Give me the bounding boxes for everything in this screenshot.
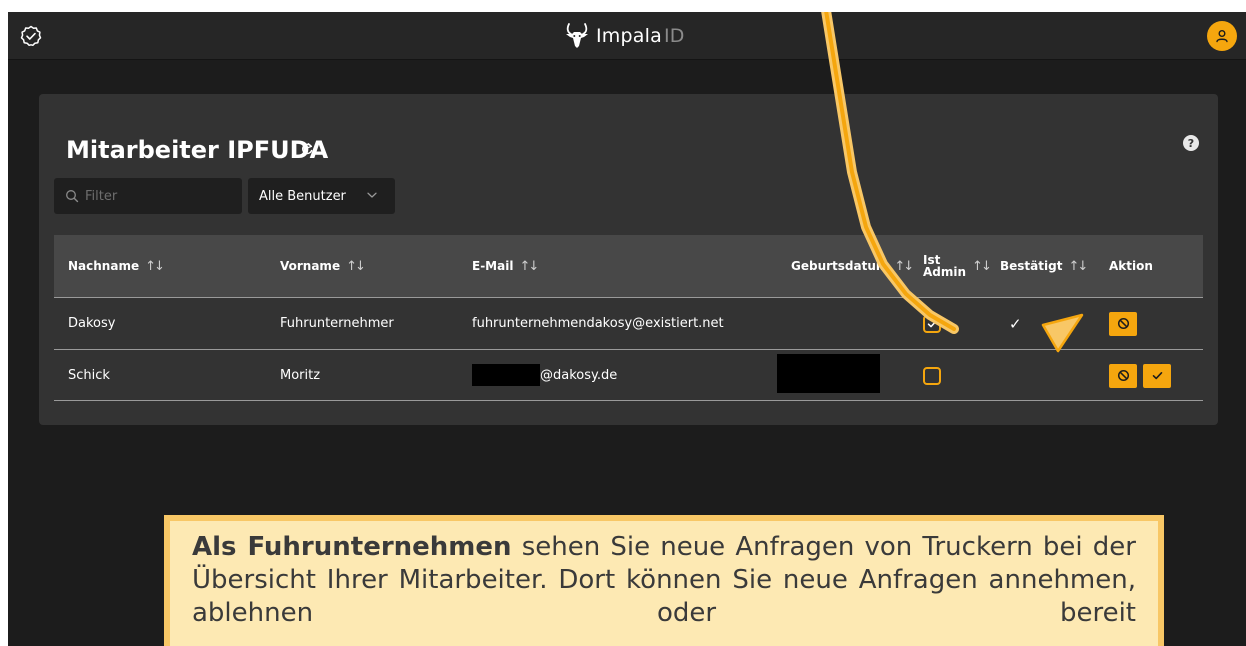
brand-logo[interactable]: Impala ID [562,18,685,54]
column-header-firstname[interactable]: Vorname ↑↓ [280,235,366,297]
cell-email: @dakosy.de [540,368,618,383]
cell-email: fuhrunternehmendakosy@existiert.net [472,316,724,331]
checkmark-icon [927,320,937,327]
block-icon [1117,317,1129,330]
is-admin-checkbox[interactable] [923,366,941,385]
brand-name: Impala ID [596,25,685,47]
column-header-action: Aktion [1109,259,1153,273]
top-bar: Impala ID [8,12,1246,60]
filter-input[interactable] [85,188,225,204]
redacted-birthdate [777,354,880,393]
sort-icon: ↑↓ [894,258,914,274]
cell-action [1109,350,1171,401]
column-header-lastname[interactable]: Nachname ↑↓ [68,235,165,297]
table-row: Dakosy Fuhrunternehmer fuhrunternehmenda… [54,297,1203,349]
column-header-is-admin[interactable]: Ist Admin ↑↓ [923,235,992,297]
user-filter-select[interactable]: Alle Benutzer [248,178,395,214]
reject-request-button[interactable] [1109,363,1137,388]
cell-is-admin [923,298,941,349]
search-icon [66,190,79,203]
sort-icon: ↑↓ [1068,258,1088,274]
is-admin-checkbox[interactable] [923,314,941,333]
app-window: ImpalaID Mitarbeiter IPFUDA ? Alle Benut… [8,12,1246,646]
user-account-button[interactable] [1207,21,1237,51]
cell-action [1109,298,1137,349]
page-title: Mitarbeiter IPFUDA [66,136,329,164]
checkmark-icon [1152,372,1162,380]
filter-field [54,178,242,214]
accept-request-button[interactable] [1143,363,1171,388]
impala-head-icon [566,23,588,48]
info-callout: Als Fuhrunternehmen sehen Sie neue Anfra… [164,515,1164,646]
user-filter-select-value: Alle Benutzer [259,188,346,204]
sort-icon: ↑↓ [346,258,366,274]
cell-lastname: Dakosy [68,316,116,331]
redacted-email-local-part [472,364,540,386]
confirmed-check: ✓ [1009,314,1022,333]
sort-icon: ↑↓ [519,258,539,274]
block-icon [1117,369,1129,382]
column-header-email[interactable]: E-Mail ↑↓ [472,235,539,297]
chevron-down-icon [367,192,377,198]
cell-confirmed: ✓ [1009,298,1022,349]
employees-table: Nachname ↑↓ Vorname ↑↓ E-Mail ↑↓ Geburts… [54,235,1203,401]
table-row: Schick Moritz @dakosy.de [54,349,1203,401]
sort-icon: ↑↓ [972,258,992,274]
block-user-button[interactable] [1109,311,1137,336]
cell-is-admin [923,350,941,401]
cell-lastname: Schick [68,368,110,383]
sort-icon: ↑↓ [145,258,165,274]
employees-card: Mitarbeiter IPFUDA ? Alle Benutzer Nachn… [39,94,1218,425]
callout-text: Als Fuhrunternehmen sehen Sie neue Anfra… [192,532,1136,628]
refresh-icon[interactable] [300,142,314,156]
verified-check-icon[interactable] [20,25,42,47]
table-header: Nachname ↑↓ Vorname ↑↓ E-Mail ↑↓ Geburts… [54,235,1203,297]
column-header-confirmed[interactable]: Bestätigt ↑↓ [1000,235,1088,297]
cell-firstname: Fuhrunternehmer [280,316,394,331]
column-header-birthdate[interactable]: Geburtsdatum ↑↓ [791,235,914,297]
help-button[interactable]: ? [1183,135,1199,151]
cell-firstname: Moritz [280,368,321,383]
user-icon [1216,30,1228,43]
